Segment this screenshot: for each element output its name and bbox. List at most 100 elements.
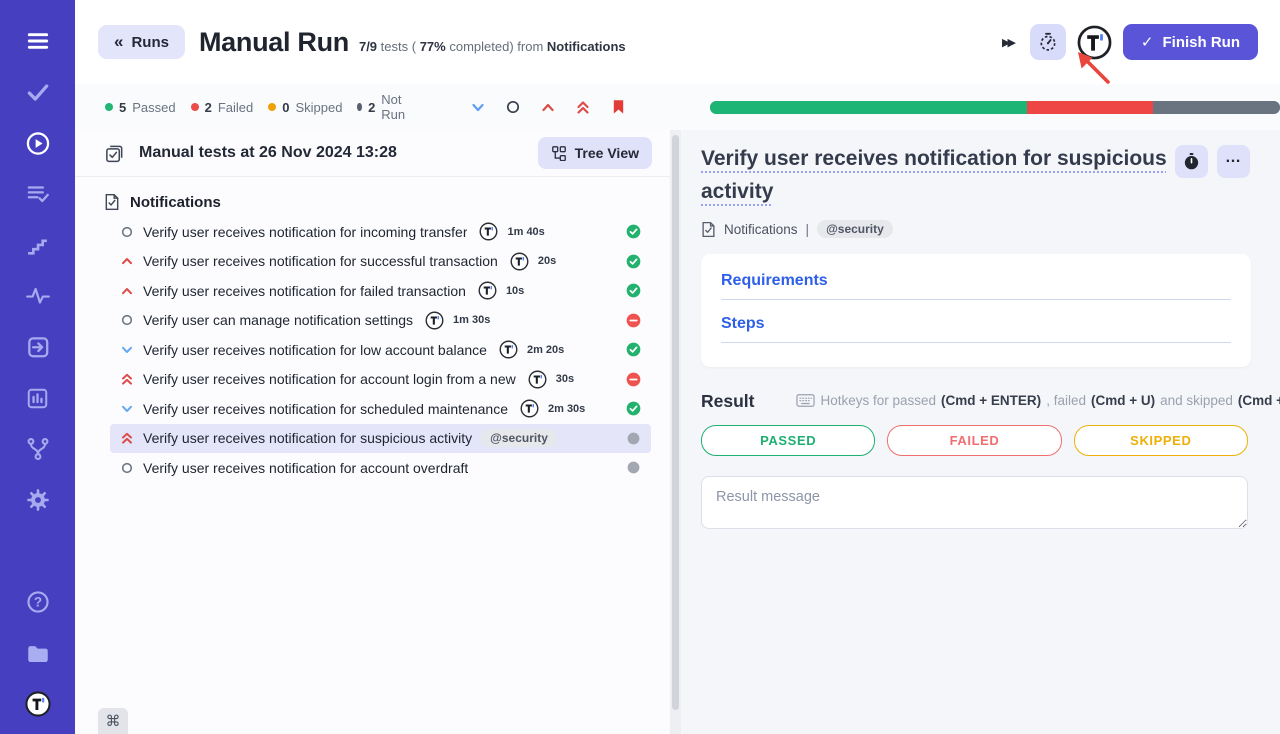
command-shortcut-button[interactable]: ⌘ [98,708,128,734]
progress-passed-segment [710,101,1027,114]
plans-list-check-icon[interactable] [25,181,51,207]
detail-suite-name[interactable]: Notifications [724,222,798,237]
detail-sections-card: Requirements Steps [701,254,1251,367]
status-passed-icon [626,342,641,357]
failed-dot-icon [191,103,199,111]
panel-scrollbar[interactable] [670,130,681,734]
menu-icon[interactable] [25,28,51,54]
priority-filter-low-icon[interactable] [471,101,485,114]
top-bar-actions: ▶▶ ✓ Finish Run [1002,24,1258,60]
requirements-section-toggle[interactable]: Requirements [721,272,1231,290]
finish-run-label: Finish Run [1163,34,1241,51]
test-row[interactable]: Verify user receives notification for ac… [110,365,651,395]
test-duration: 1m 40s [507,226,544,238]
stopwatch-filled-icon [1182,152,1201,171]
test-detail-title[interactable]: Verify user receives notification for su… [701,142,1175,208]
timer-small-button[interactable] [1175,145,1208,178]
help-icon[interactable]: ? [25,589,51,615]
test-row[interactable]: Verify user receives notification for in… [110,217,651,247]
import-icon[interactable] [25,334,51,360]
skipped-button[interactable]: SKIPPED [1074,425,1248,456]
back-to-runs-label: Runs [131,34,169,51]
priority-high-icon [120,284,134,298]
priority-normal-icon [120,313,134,327]
page-title: Manual Run [199,27,349,58]
section-divider [721,299,1231,300]
verdict-buttons: PASSED FAILED SKIPPED [701,425,1248,456]
settings-gear-icon[interactable] [25,487,51,513]
test-title: Verify user receives notification for in… [143,224,467,240]
detail-actions: … [1175,142,1250,178]
test-title: Verify user receives notification for sc… [143,401,508,417]
runs-play-icon[interactable] [25,130,51,156]
analytics-chart-icon[interactable] [25,385,51,411]
timer-button[interactable] [1030,24,1066,60]
suite-row[interactable]: Notifications [104,187,651,217]
run-list-header: Manual tests at 26 Nov 2024 13:28 Tree V… [75,130,670,177]
test-list-pane: Manual tests at 26 Nov 2024 13:28 Tree V… [75,130,670,734]
svg-text:?: ? [33,595,41,610]
priority-filter-normal-icon[interactable] [506,100,520,114]
passed-dot-icon [105,103,113,111]
priority-low-icon [120,402,134,416]
fast-forward-icon[interactable]: ▶▶ [1002,36,1019,49]
test-row[interactable]: Verify user can manage notification sett… [110,306,651,336]
testomat-badge-icon [520,399,539,418]
priority-filter-highest-icon[interactable] [576,100,590,115]
keyboard-icon [796,394,815,407]
test-row[interactable]: Verify user receives notification for ac… [110,453,651,483]
testomat-badge-icon [510,252,529,271]
testomat-logo-icon[interactable] [25,691,51,717]
scrollbar-thumb[interactable] [672,135,679,710]
result-heading: Result [701,391,754,412]
progress-failed-segment [1027,101,1154,114]
chevrons-left-icon: « [114,32,123,52]
more-options-button[interactable]: … [1217,145,1250,178]
pulse-activity-icon[interactable] [25,283,51,309]
result-message-input[interactable] [701,476,1248,529]
test-title: Verify user receives notification for su… [143,430,472,446]
test-title: Verify user receives notification for su… [143,253,498,269]
back-to-runs-button[interactable]: « Runs [98,25,185,59]
priority-filter-high-icon[interactable] [541,101,555,114]
app-window: ? « Runs Manual Run 7/9 tests ( 77% comp… [0,0,1280,734]
bookmark-filter-icon[interactable] [611,99,626,115]
check-icon: ✓ [1141,33,1154,51]
stopwatch-icon [1037,31,1059,53]
progress-not-run-segment [1153,101,1280,114]
branches-icon[interactable] [25,436,51,462]
steps-section-toggle[interactable]: Steps [721,315,1231,333]
projects-folder-icon[interactable] [25,640,51,666]
passed-button[interactable]: PASSED [701,425,875,456]
failed-count: 2Failed [191,100,254,115]
test-title: Verify user receives notification for lo… [143,342,487,358]
test-title: Verify user receives notification for ac… [143,371,516,387]
test-duration: 30s [556,373,574,385]
test-row[interactable]: Verify user receives notification for su… [110,424,651,454]
result-header: Result Hotkeys for passed (Cmd + ENTER) … [701,391,1251,412]
test-title: Verify user receives notification for fa… [143,283,466,299]
finish-run-button[interactable]: ✓ Finish Run [1123,24,1258,60]
priority-highest-icon [120,431,134,445]
detail-header: Verify user receives notification for su… [701,142,1250,208]
test-row[interactable]: Verify user receives notification for fa… [110,276,651,306]
steps-stairs-icon[interactable] [25,232,51,258]
test-duration: 2m 30s [548,403,585,415]
ellipsis-icon: … [1225,153,1242,163]
test-list: Notifications Verify user receives notif… [75,177,670,483]
status-failed-icon [626,313,641,328]
test-row[interactable]: Verify user receives notification for lo… [110,335,651,365]
testomat-badge-icon [499,340,518,359]
test-row[interactable]: Verify user receives notification for sc… [110,394,651,424]
run-progress-bar [710,101,1280,114]
skipped-dot-icon [268,103,276,111]
status-not_run-icon [626,460,641,475]
testomat-badge-icon [425,311,444,330]
test-row[interactable]: Verify user receives notification for su… [110,247,651,277]
tests-check-icon[interactable] [25,79,51,105]
failed-button[interactable]: FAILED [887,425,1061,456]
account-logo-button[interactable] [1077,25,1112,60]
suite-name: Notifications [130,194,221,211]
run-list-title: Manual tests at 26 Nov 2024 13:28 [139,144,397,162]
tree-view-button[interactable]: Tree View [538,137,652,169]
